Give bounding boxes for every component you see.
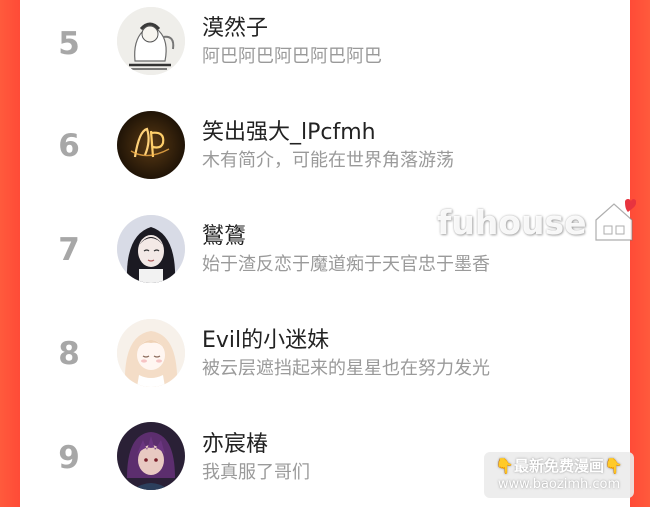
user-description: 阿巴阿巴阿巴阿巴阿巴 xyxy=(202,46,382,67)
user-description: 木有简介，可能在世界角落游荡 xyxy=(202,150,454,171)
purple-hair-boy-avatar-icon[interactable] xyxy=(117,422,185,490)
list-item[interactable]: 5 漠然子 阿巴阿巴阿巴阿巴阿巴 xyxy=(20,0,630,96)
ranking-list: 5 漠然子 阿巴阿巴阿巴阿巴阿巴 6 笑出强大_lPcfmh 木有简介，可能在世… xyxy=(20,0,630,507)
user-name: Evil的小迷妹 xyxy=(202,328,330,353)
user-description: 被云层遮挡起来的星星也在努力发光 xyxy=(202,358,490,379)
list-item[interactable]: 8 Evil的小迷妹 被云层遮挡起来的星星也在努力发光 xyxy=(20,312,630,408)
app-frame: 5 漠然子 阿巴阿巴阿巴阿巴阿巴 6 笑出强大_lPcfmh 木有简介，可能在世… xyxy=(0,0,650,507)
rank-number: 5 xyxy=(58,26,80,62)
promo-badge-url: www.baozimh.com xyxy=(497,477,621,492)
user-name: 漠然子 xyxy=(202,16,269,41)
neon-sign-avatar-icon[interactable] xyxy=(117,111,185,179)
user-name: 鸑鷟 xyxy=(202,224,247,249)
user-name: 笑出强大_lPcfmh xyxy=(202,120,376,145)
rank-number: 7 xyxy=(58,232,80,268)
blonde-girl-avatar-icon[interactable] xyxy=(117,319,185,387)
user-description: 始于渣反恋于魔道痴于天官忠于墨香 xyxy=(202,254,490,275)
rank-number: 9 xyxy=(58,440,80,476)
dark-hair-girl-avatar-icon[interactable] xyxy=(117,215,185,283)
rank-number: 8 xyxy=(58,336,80,372)
user-description: 我真服了哥们 xyxy=(202,462,310,483)
list-item[interactable]: 6 笑出强大_lPcfmh 木有简介，可能在世界角落游荡 xyxy=(20,104,630,200)
user-name: 亦宸椿 xyxy=(202,432,269,457)
promo-badge-title: 👇最新免费漫画👇 xyxy=(495,457,623,475)
promo-badge[interactable]: 👇最新免费漫画👇 www.baozimh.com xyxy=(484,452,634,498)
manga-figure-avatar-icon[interactable] xyxy=(117,7,185,75)
site-watermark: fuhouse xyxy=(437,203,587,242)
house-heart-icon xyxy=(595,199,636,241)
rank-number: 6 xyxy=(58,128,80,164)
